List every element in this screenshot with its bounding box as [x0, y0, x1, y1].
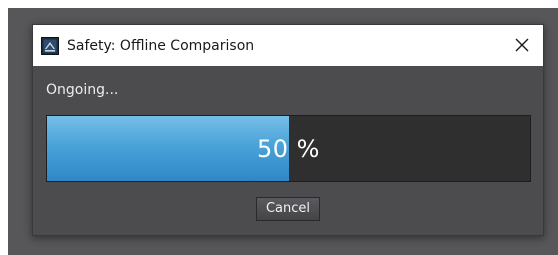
- progress-bar: 50 %: [46, 115, 531, 182]
- dialog-titlebar: Safety: Offline Comparison: [33, 25, 543, 66]
- cancel-button[interactable]: Cancel: [256, 197, 320, 221]
- offline-comparison-dialog: Safety: Offline Comparison Ongoing... 50…: [32, 24, 544, 236]
- progress-label: 50 %: [257, 134, 320, 163]
- safety-app-icon: [41, 37, 59, 55]
- dialog-title: Safety: Offline Comparison: [67, 38, 255, 54]
- status-text: Ongoing...: [46, 82, 119, 98]
- close-icon: [515, 38, 529, 52]
- close-button[interactable]: [507, 30, 537, 60]
